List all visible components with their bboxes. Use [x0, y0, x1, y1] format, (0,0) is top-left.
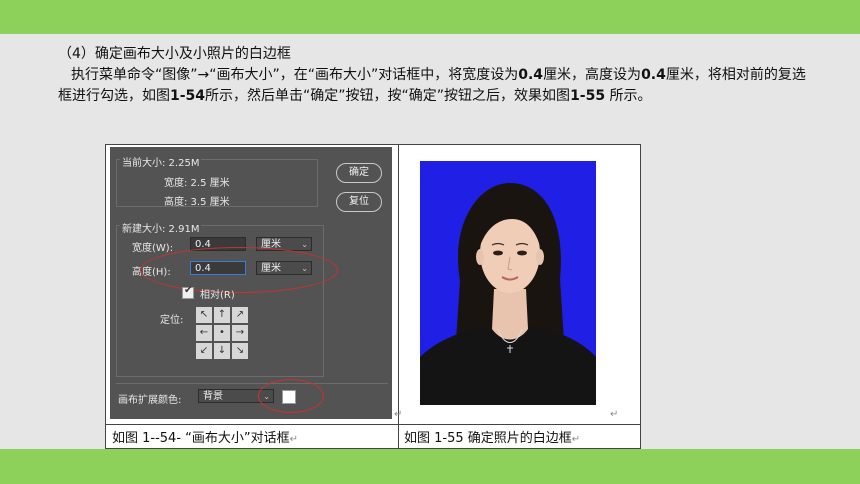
para-width-value: 0.4 — [518, 67, 544, 83]
chevron-down-icon: ⌄ — [301, 240, 308, 249]
anchor-grid: ↖ ↑ ↗ ← • → ↙ ↓ ↘ — [196, 307, 248, 359]
right-eye — [517, 250, 527, 256]
reset-button[interactable]: 复位 — [336, 192, 382, 212]
checkmark-icon: ✔ — [184, 285, 193, 296]
canvas-size-dialog: 当前大小: 2.25M 宽度: 2.5 厘米 高度: 3.5 厘米 确定 复位 … — [110, 147, 392, 419]
caption-left-text: 如图 1--54- “画布大小”对话框 — [112, 431, 290, 446]
caption-right-text: 如图 1-55 确定照片的白边框 — [404, 431, 572, 446]
figure-table: 当前大小: 2.25M 宽度: 2.5 厘米 高度: 3.5 厘米 确定 复位 … — [105, 144, 641, 449]
para-height-value: 0.4 — [641, 67, 666, 83]
current-height-label: 高度: 3.5 厘米 — [164, 197, 230, 208]
extension-color-label: 画布扩展颜色: — [118, 395, 182, 406]
anchor-top-right[interactable]: ↗ — [232, 307, 248, 323]
portrait-illustration — [420, 183, 596, 405]
current-size-label: 当前大小: 2.25M — [120, 154, 202, 169]
text-block: （4）确定画布大小及小照片的白边框 执行菜单命令“图像”→“画布大小”，在“画布… — [58, 44, 818, 107]
caption-figure-1-55: 如图 1-55 确定照片的白边框↵ — [404, 427, 580, 446]
para-figure-ref-55: 1-55 — [570, 88, 606, 104]
width-label: 宽度(W): — [132, 243, 174, 254]
para-part-7: 所示，然后单击“确定”按钮，按“确定”按钮之后，效果如图 — [205, 88, 571, 104]
anchor-center[interactable]: • — [214, 325, 230, 341]
top-banner — [0, 0, 860, 34]
para-figure-ref-54: 1-54 — [170, 88, 206, 104]
anchor-left[interactable]: ← — [196, 325, 212, 341]
relative-checkbox[interactable]: ✔ — [182, 285, 194, 299]
ok-button[interactable]: 确定 — [336, 163, 382, 183]
para-part-3: 厘米，高度设为 — [543, 67, 642, 83]
highlight-ellipse-size — [140, 247, 338, 293]
anchor-label: 定位: — [160, 315, 184, 326]
caption-figure-1-54: 如图 1--54- “画布大小”对话框↵ — [112, 427, 298, 446]
divider — [116, 383, 388, 384]
para-part-1: 执行菜单命令“图像”→“画布大小”，在“画布大小”对话框中，将宽度设为 — [71, 67, 519, 83]
return-mark: ↵ — [289, 434, 299, 445]
return-mark: ↵ — [571, 434, 581, 445]
current-width-label: 宽度: 2.5 厘米 — [164, 178, 230, 189]
return-mark-left: ↵ — [394, 409, 403, 420]
anchor-right[interactable]: → — [232, 325, 248, 341]
instruction-paragraph: 执行菜单命令“图像”→“画布大小”，在“画布大小”对话框中，将宽度设为0.4厘米… — [58, 65, 818, 107]
left-ear — [476, 249, 484, 265]
right-ear — [536, 249, 544, 265]
para-part-9: 所示。 — [605, 88, 652, 104]
cell-divider — [398, 145, 399, 448]
id-photo — [420, 161, 596, 405]
anchor-bottom-left[interactable]: ↙ — [196, 343, 212, 359]
extension-color-value: 背景 — [203, 391, 223, 402]
highlight-ellipse-color — [258, 379, 324, 413]
anchor-top-left[interactable]: ↖ — [196, 307, 212, 323]
left-eye — [493, 250, 503, 256]
anchor-bottom[interactable]: ↓ — [214, 343, 230, 359]
caption-divider — [106, 424, 640, 425]
new-size-label: 新建大小: 2.91M — [120, 220, 202, 235]
relative-label: 相对(R) — [200, 290, 235, 301]
neck — [492, 289, 528, 340]
section-heading: （4）确定画布大小及小照片的白边框 — [58, 46, 291, 62]
return-mark-right: ↵ — [610, 409, 619, 420]
anchor-bottom-right[interactable]: ↘ — [232, 343, 248, 359]
bottom-banner — [0, 449, 860, 484]
anchor-top[interactable]: ↑ — [214, 307, 230, 323]
